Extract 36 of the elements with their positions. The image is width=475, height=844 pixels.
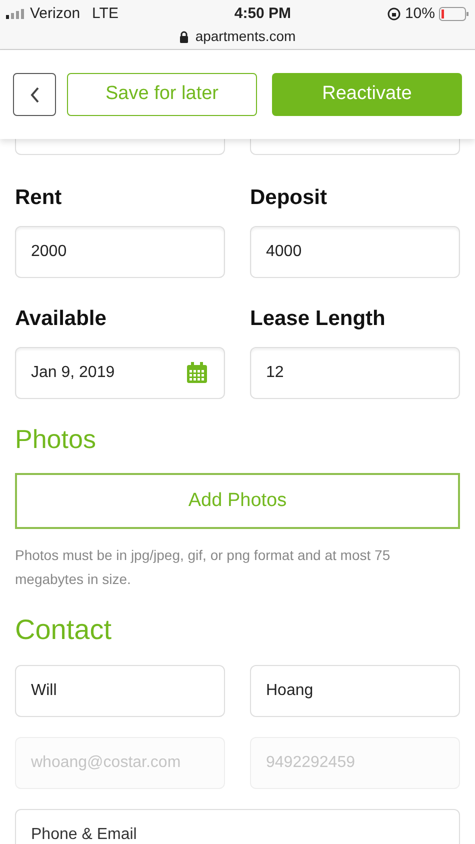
input-field[interactable]: whoang@costar.com [15,737,225,789]
calendar-icon [185,361,209,385]
field-value: 4000 [266,242,302,262]
field-label: Lease Length [250,306,386,331]
input-field[interactable]: Will [15,665,225,717]
url[interactable]: apartments.com [195,26,296,47]
network-type: LTE [92,4,118,24]
field-value: 2000 [31,242,67,262]
input-field[interactable]: 12 [250,347,460,399]
clock: 4:50 PM [234,4,292,24]
signal-icon [6,9,26,19]
carrier: Verizon [30,4,80,24]
field-value: Jan 9, 2019 [31,363,115,383]
contact-method-field[interactable]: Phone & Email [15,809,460,844]
chevron-left-icon [30,86,40,102]
field-value: 12 [266,363,284,383]
input-field[interactable]: 9492292459 [250,737,460,789]
field-label: Rent [15,185,63,210]
input-field[interactable]: Jan 9, 2019 [15,347,225,399]
back-button[interactable] [13,73,56,116]
input-field[interactable]: 4000 [250,226,460,278]
field-label: Available [15,306,108,331]
section-title: Photos [15,423,97,455]
rotation-lock-icon [386,7,401,21]
battery-percent: 10% [404,4,435,24]
input-field[interactable] [15,139,225,155]
section-title: Contact [15,613,112,647]
input-field[interactable]: 2000 [15,226,225,278]
input-field[interactable]: Hoang [250,665,460,717]
battery-icon [439,7,469,21]
field-value: Will [31,681,57,701]
lock-icon [179,30,190,42]
input-field[interactable] [250,139,460,155]
field-value: Hoang [266,681,314,701]
field-label: Deposit [250,185,328,210]
photo-note: Photos must be in jpg/jpeg, gif, or png format and at most 75 megabytes in size. [15,546,392,589]
